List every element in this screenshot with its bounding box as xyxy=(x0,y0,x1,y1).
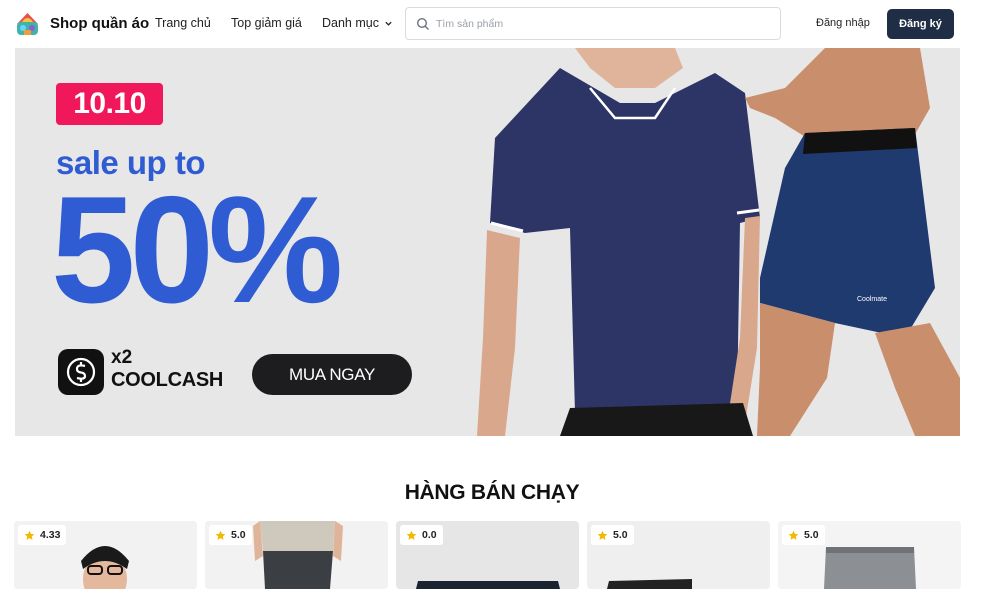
promo-banner[interactable]: Coolmate 10.10 sale up to 50% x2 COOLCAS… xyxy=(15,48,960,436)
nav-link-top-deals[interactable]: Top giảm giá xyxy=(231,16,302,30)
rating-value: 0.0 xyxy=(422,529,437,541)
rating-badge: 5.0 xyxy=(782,525,825,545)
product-card[interactable]: 5.0 xyxy=(587,521,770,589)
rating-value: 5.0 xyxy=(231,529,246,541)
product-card[interactable]: 5.0 xyxy=(205,521,388,589)
discount-percent: 50% xyxy=(51,165,343,335)
star-icon xyxy=(406,530,417,540)
rating-value: 5.0 xyxy=(804,529,819,541)
rating-badge: 5.0 xyxy=(591,525,634,545)
promo-date-badge: 10.10 xyxy=(56,83,163,125)
register-button[interactable]: Đăng ký xyxy=(887,9,954,39)
categories-label: Danh mục xyxy=(322,16,379,30)
search-input[interactable] xyxy=(436,16,766,32)
product-card[interactable]: 5.0 xyxy=(778,521,961,589)
rating-value: 5.0 xyxy=(613,529,628,541)
logo-icon xyxy=(14,10,41,37)
coolcash-multiplier: x2 xyxy=(111,347,133,368)
best-sellers-title: HÀNG BÁN CHẠY xyxy=(404,481,580,504)
product-card[interactable]: 0.0 xyxy=(396,521,579,589)
search-bar xyxy=(405,7,781,40)
brand-logo-link[interactable]: Shop quần áo xyxy=(14,10,149,37)
search-icon xyxy=(416,17,429,30)
top-navbar: Shop quần áo Trang chủ Top giảm giá Danh… xyxy=(0,0,984,48)
login-link[interactable]: Đăng nhập xyxy=(816,17,870,29)
nav-dropdown-categories[interactable]: Danh mục xyxy=(322,16,393,30)
rating-badge: 0.0 xyxy=(400,525,443,545)
coolcash-label: COOLCASH xyxy=(111,369,224,391)
star-icon xyxy=(215,530,226,540)
nav-link-home[interactable]: Trang chủ xyxy=(155,16,211,30)
star-icon xyxy=(24,530,35,540)
chevron-down-icon xyxy=(385,21,392,26)
product-grid: 4.33 5.0 0.0 5.0 5.0 xyxy=(14,521,961,589)
star-icon xyxy=(597,530,608,540)
svg-text:Coolmate: Coolmate xyxy=(857,296,887,303)
rating-value: 4.33 xyxy=(40,529,61,541)
product-card[interactable]: 4.33 xyxy=(14,521,197,589)
buy-now-button[interactable]: MUA NGAY xyxy=(252,354,412,395)
brand-name: Shop quần áo xyxy=(50,15,150,32)
rating-badge: 5.0 xyxy=(209,525,252,545)
rating-badge: 4.33 xyxy=(18,525,67,545)
star-icon xyxy=(788,530,799,540)
coolcash-icon xyxy=(58,349,104,395)
